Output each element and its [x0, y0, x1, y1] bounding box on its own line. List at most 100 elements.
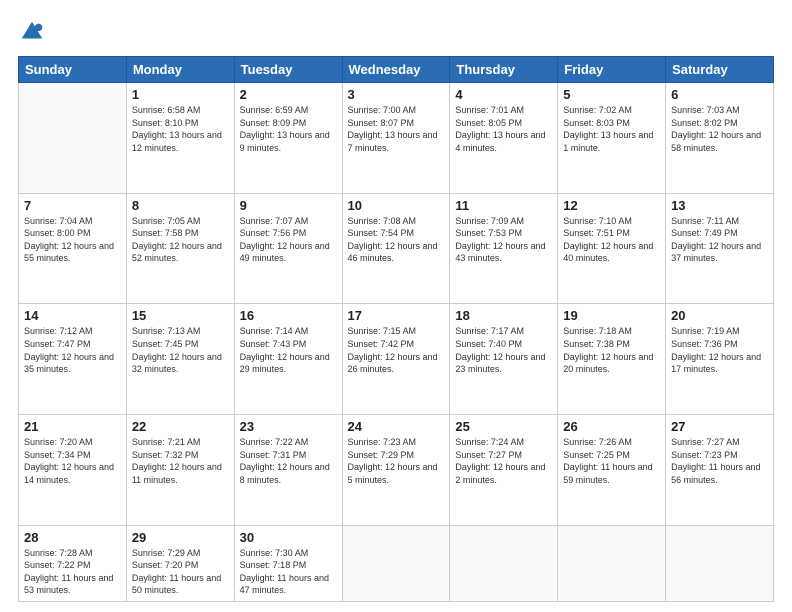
cell-info: Sunrise: 7:26 AMSunset: 7:25 PMDaylight:… — [563, 436, 660, 486]
day-number: 17 — [348, 308, 445, 323]
cell-info: Sunrise: 7:22 AMSunset: 7:31 PMDaylight:… — [240, 436, 337, 486]
column-header-monday: Monday — [126, 57, 234, 83]
calendar-cell: 10Sunrise: 7:08 AMSunset: 7:54 PMDayligh… — [342, 193, 450, 304]
calendar-week-4: 28 Sunrise: 7:28 AMSunset: 7:22 PMDayligh… — [19, 525, 774, 601]
calendar-cell: 6 Sunrise: 7:03 AMSunset: 8:02 PMDaylight… — [666, 83, 774, 194]
day-number: 6 — [671, 87, 768, 102]
calendar-cell: 25 Sunrise: 7:24 AMSunset: 7:27 PMDayligh… — [450, 414, 558, 525]
day-number: 19 — [563, 308, 660, 323]
calendar-cell — [666, 525, 774, 601]
cell-info: Sunrise: 7:03 AMSunset: 8:02 PMDaylight:… — [671, 104, 768, 154]
cell-info: Sunrise: 7:01 AMSunset: 8:05 PMDaylight:… — [455, 104, 552, 154]
day-number: 4 — [455, 87, 552, 102]
cell-info: Sunrise: 6:58 AMSunset: 8:10 PMDaylight:… — [132, 104, 229, 154]
day-number: 20 — [671, 308, 768, 323]
cell-info: Sunrise: 7:23 AMSunset: 7:29 PMDaylight:… — [348, 436, 445, 486]
calendar-cell: 26 Sunrise: 7:26 AMSunset: 7:25 PMDayligh… — [558, 414, 666, 525]
calendar-cell: 21 Sunrise: 7:20 AMSunset: 7:34 PMDayligh… — [19, 414, 127, 525]
calendar-cell — [19, 83, 127, 194]
calendar-cell: 4 Sunrise: 7:01 AMSunset: 8:05 PMDaylight… — [450, 83, 558, 194]
calendar-cell: 18 Sunrise: 7:17 AMSunset: 7:40 PMDayligh… — [450, 304, 558, 415]
day-number: 11 — [455, 198, 552, 213]
day-number: 18 — [455, 308, 552, 323]
day-number: 16 — [240, 308, 337, 323]
cell-info: Sunrise: 7:27 AMSunset: 7:23 PMDaylight:… — [671, 436, 768, 486]
calendar-week-3: 21 Sunrise: 7:20 AMSunset: 7:34 PMDayligh… — [19, 414, 774, 525]
calendar-header-row: SundayMondayTuesdayWednesdayThursdayFrid… — [19, 57, 774, 83]
cell-info: Sunrise: 6:59 AMSunset: 8:09 PMDaylight:… — [240, 104, 337, 154]
day-number: 27 — [671, 419, 768, 434]
calendar-cell: 3 Sunrise: 7:00 AMSunset: 8:07 PMDaylight… — [342, 83, 450, 194]
calendar-cell: 7 Sunrise: 7:04 AMSunset: 8:00 PMDaylight… — [19, 193, 127, 304]
cell-info: Sunrise: 7:02 AMSunset: 8:03 PMDaylight:… — [563, 104, 660, 154]
calendar-cell: 23 Sunrise: 7:22 AMSunset: 7:31 PMDayligh… — [234, 414, 342, 525]
day-number: 5 — [563, 87, 660, 102]
calendar-page: SundayMondayTuesdayWednesdayThursdayFrid… — [0, 0, 792, 612]
day-number: 12 — [563, 198, 660, 213]
cell-info: Sunrise: 7:21 AMSunset: 7:32 PMDaylight:… — [132, 436, 229, 486]
day-number: 2 — [240, 87, 337, 102]
cell-info: Sunrise: 7:13 AMSunset: 7:45 PMDaylight:… — [132, 325, 229, 375]
calendar-cell: 9Sunrise: 7:07 AMSunset: 7:56 PMDaylight… — [234, 193, 342, 304]
calendar-cell: 5 Sunrise: 7:02 AMSunset: 8:03 PMDaylight… — [558, 83, 666, 194]
day-number: 29 — [132, 530, 229, 545]
calendar-cell — [450, 525, 558, 601]
calendar-cell: 27 Sunrise: 7:27 AMSunset: 7:23 PMDayligh… — [666, 414, 774, 525]
day-number: 22 — [132, 419, 229, 434]
cell-info: Sunrise: 7:24 AMSunset: 7:27 PMDaylight:… — [455, 436, 552, 486]
calendar-cell: 17 Sunrise: 7:15 AMSunset: 7:42 PMDayligh… — [342, 304, 450, 415]
cell-info: Sunrise: 7:00 AMSunset: 8:07 PMDaylight:… — [348, 104, 445, 154]
column-header-thursday: Thursday — [450, 57, 558, 83]
cell-info: Sunrise: 7:19 AMSunset: 7:36 PMDaylight:… — [671, 325, 768, 375]
calendar-cell: 30 Sunrise: 7:30 AMSunset: 7:18 PMDayligh… — [234, 525, 342, 601]
calendar-cell: 19 Sunrise: 7:18 AMSunset: 7:38 PMDayligh… — [558, 304, 666, 415]
calendar-cell: 24Sunrise: 7:23 AMSunset: 7:29 PMDayligh… — [342, 414, 450, 525]
cell-info: Sunrise: 7:04 AMSunset: 8:00 PMDaylight:… — [24, 215, 121, 265]
page-header — [18, 18, 774, 46]
column-header-tuesday: Tuesday — [234, 57, 342, 83]
column-header-friday: Friday — [558, 57, 666, 83]
calendar-cell: 13 Sunrise: 7:11 AMSunset: 7:49 PMDayligh… — [666, 193, 774, 304]
calendar-cell: 15 Sunrise: 7:13 AMSunset: 7:45 PMDayligh… — [126, 304, 234, 415]
calendar-cell: 1Sunrise: 6:58 AMSunset: 8:10 PMDaylight… — [126, 83, 234, 194]
day-number: 26 — [563, 419, 660, 434]
cell-info: Sunrise: 7:11 AMSunset: 7:49 PMDaylight:… — [671, 215, 768, 265]
calendar-cell: 11Sunrise: 7:09 AMSunset: 7:53 PMDayligh… — [450, 193, 558, 304]
calendar-cell: 2 Sunrise: 6:59 AMSunset: 8:09 PMDaylight… — [234, 83, 342, 194]
cell-info: Sunrise: 7:12 AMSunset: 7:47 PMDaylight:… — [24, 325, 121, 375]
calendar-cell — [342, 525, 450, 601]
calendar-cell — [558, 525, 666, 601]
cell-info: Sunrise: 7:30 AMSunset: 7:18 PMDaylight:… — [240, 547, 337, 597]
calendar-cell: 8 Sunrise: 7:05 AMSunset: 7:58 PMDaylight… — [126, 193, 234, 304]
calendar-week-1: 7 Sunrise: 7:04 AMSunset: 8:00 PMDaylight… — [19, 193, 774, 304]
column-header-saturday: Saturday — [666, 57, 774, 83]
calendar-cell: 20 Sunrise: 7:19 AMSunset: 7:36 PMDayligh… — [666, 304, 774, 415]
cell-info: Sunrise: 7:20 AMSunset: 7:34 PMDaylight:… — [24, 436, 121, 486]
cell-info: Sunrise: 7:29 AMSunset: 7:20 PMDaylight:… — [132, 547, 229, 597]
cell-info: Sunrise: 7:17 AMSunset: 7:40 PMDaylight:… — [455, 325, 552, 375]
cell-info: Sunrise: 7:05 AMSunset: 7:58 PMDaylight:… — [132, 215, 229, 265]
cell-info: Sunrise: 7:18 AMSunset: 7:38 PMDaylight:… — [563, 325, 660, 375]
calendar-body: 1Sunrise: 6:58 AMSunset: 8:10 PMDaylight… — [19, 83, 774, 602]
cell-info: Sunrise: 7:14 AMSunset: 7:43 PMDaylight:… — [240, 325, 337, 375]
day-number: 28 — [24, 530, 121, 545]
day-number: 8 — [132, 198, 229, 213]
day-number: 9 — [240, 198, 337, 213]
calendar-cell: 12Sunrise: 7:10 AMSunset: 7:51 PMDayligh… — [558, 193, 666, 304]
cell-info: Sunrise: 7:15 AMSunset: 7:42 PMDaylight:… — [348, 325, 445, 375]
day-number: 25 — [455, 419, 552, 434]
day-number: 23 — [240, 419, 337, 434]
day-number: 30 — [240, 530, 337, 545]
day-number: 7 — [24, 198, 121, 213]
column-header-sunday: Sunday — [19, 57, 127, 83]
day-number: 15 — [132, 308, 229, 323]
calendar-cell: 22 Sunrise: 7:21 AMSunset: 7:32 PMDayligh… — [126, 414, 234, 525]
day-number: 14 — [24, 308, 121, 323]
cell-info: Sunrise: 7:28 AMSunset: 7:22 PMDaylight:… — [24, 547, 121, 597]
day-number: 13 — [671, 198, 768, 213]
calendar-cell: 28 Sunrise: 7:28 AMSunset: 7:22 PMDayligh… — [19, 525, 127, 601]
day-number: 21 — [24, 419, 121, 434]
day-number: 3 — [348, 87, 445, 102]
calendar-cell: 29 Sunrise: 7:29 AMSunset: 7:20 PMDayligh… — [126, 525, 234, 601]
calendar-cell: 14 Sunrise: 7:12 AMSunset: 7:47 PMDayligh… — [19, 304, 127, 415]
